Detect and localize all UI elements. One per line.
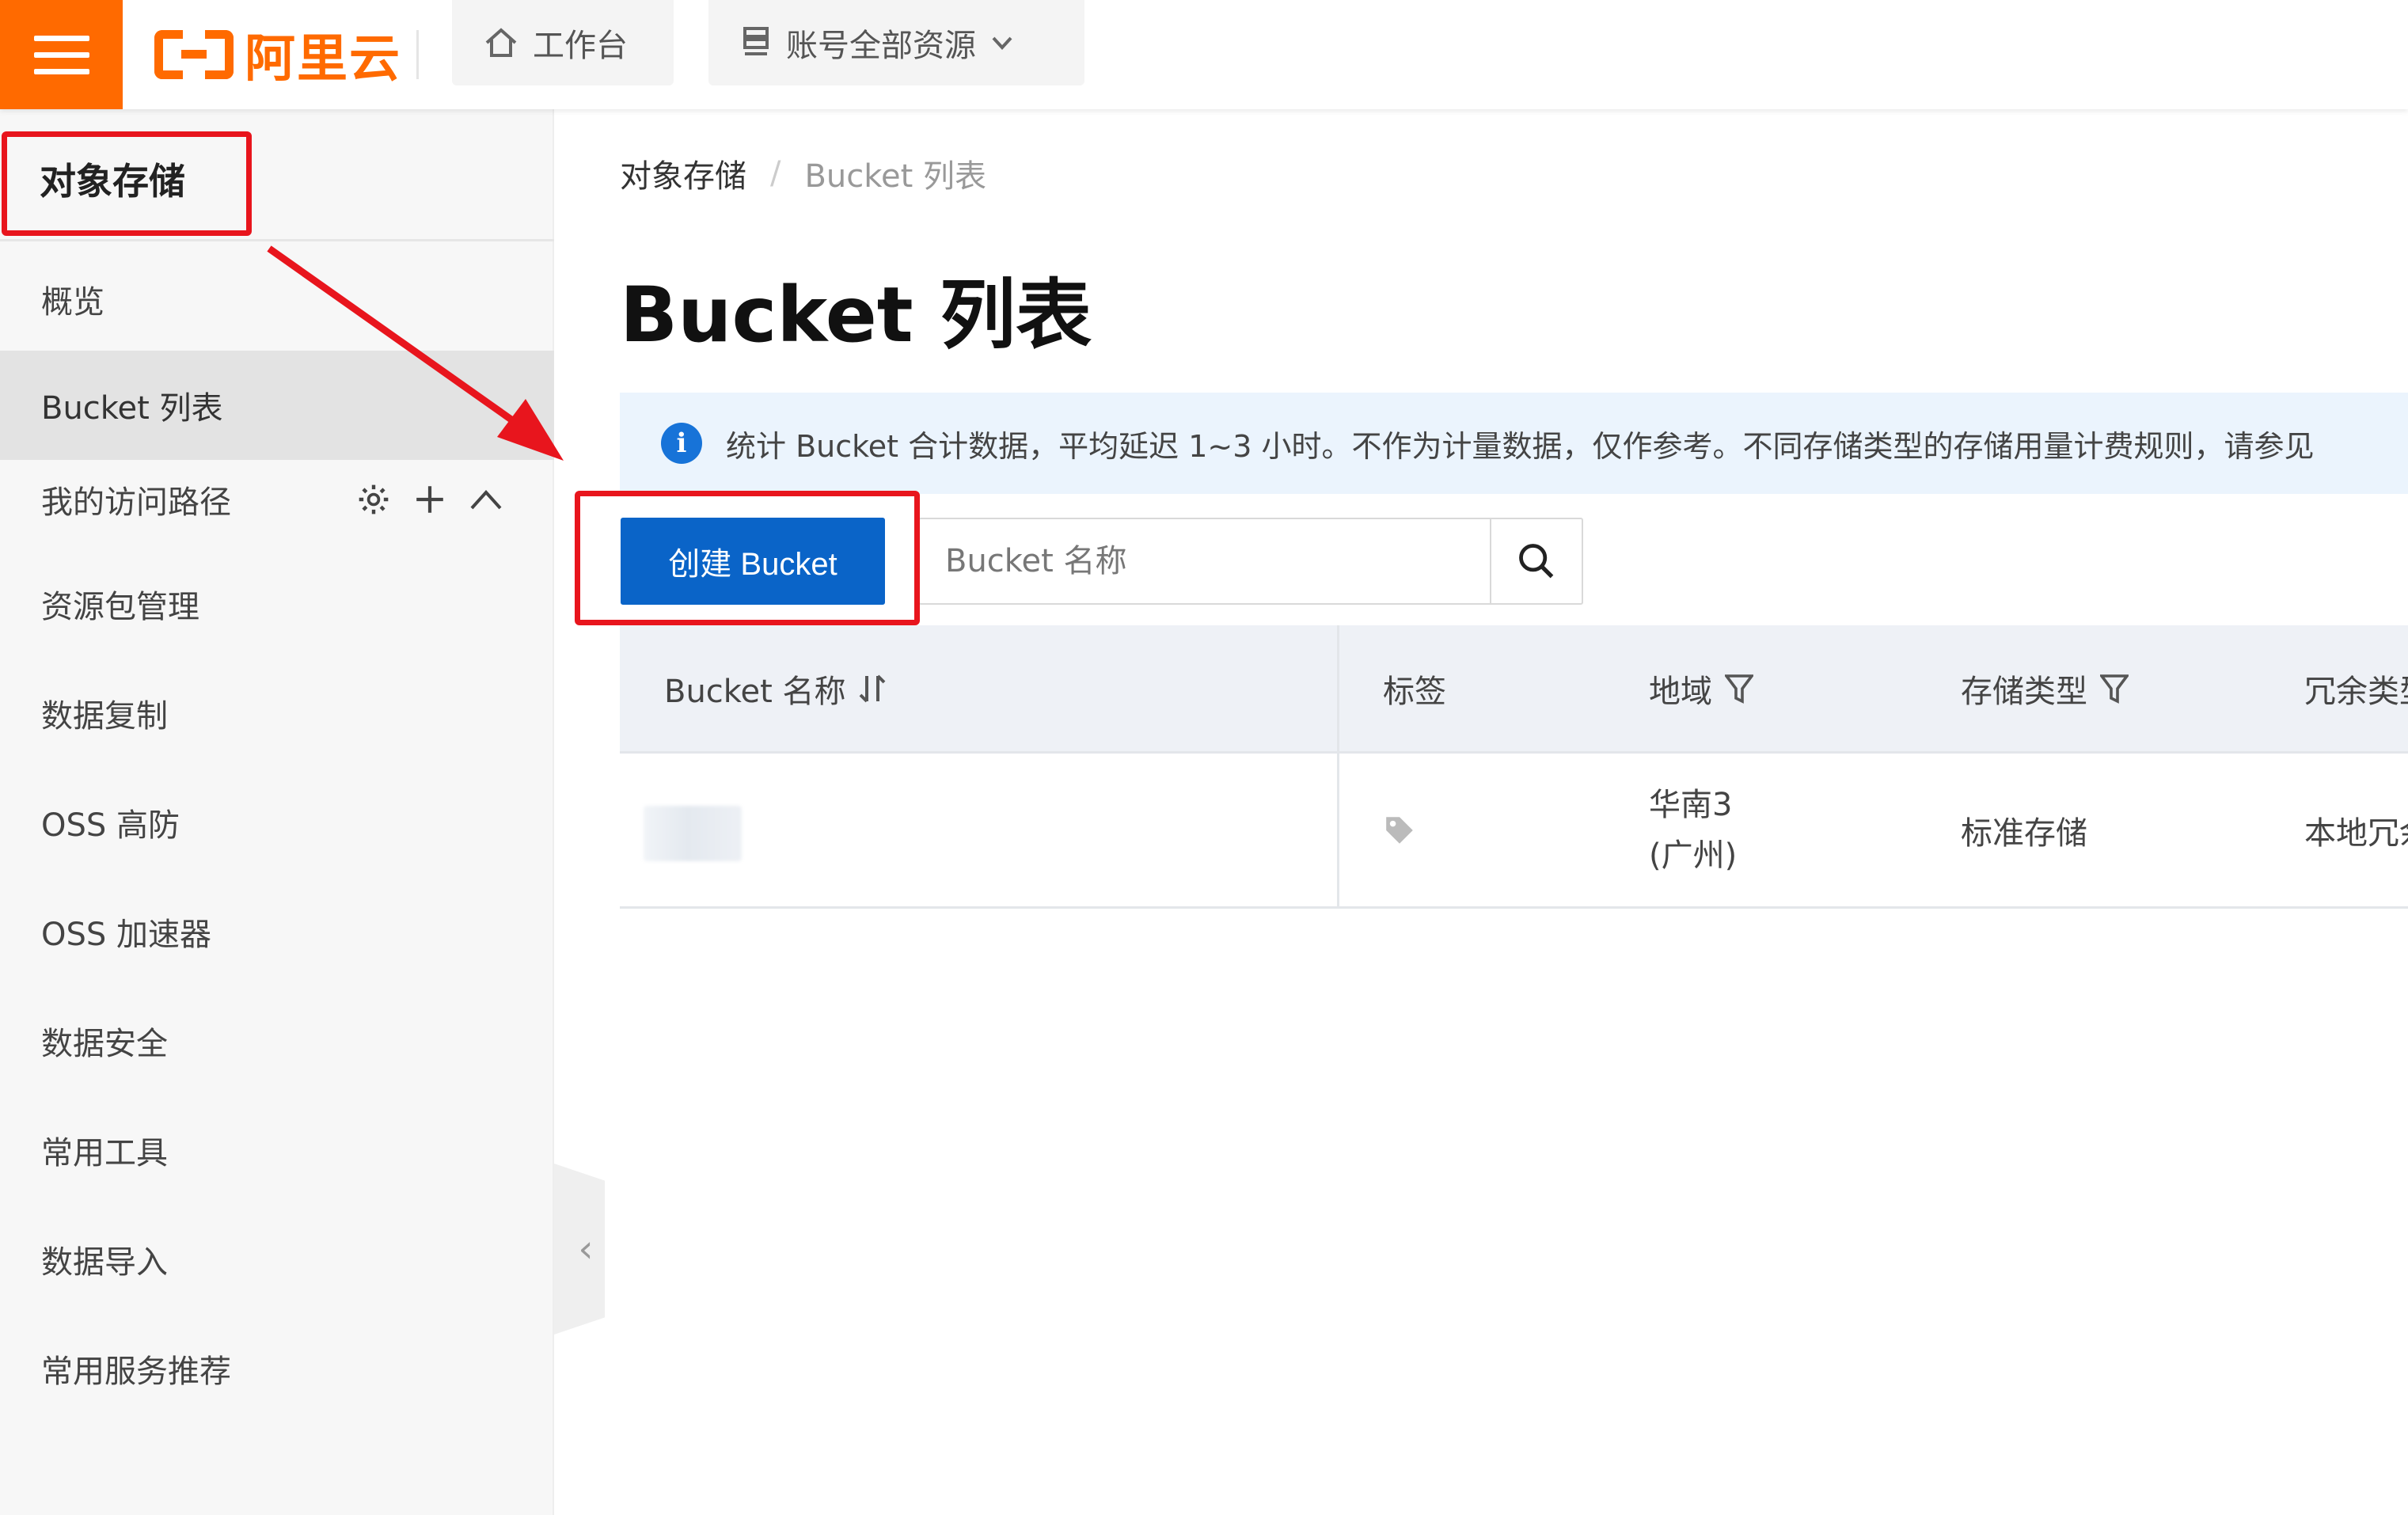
storage-type-value: 标准存储 [1961,814,2087,852]
sidebar-item-label: OSS 高防 [41,807,180,844]
column-header-storage-type[interactable]: 存储类型 [1961,666,2129,712]
breadcrumb-link-oss[interactable]: 对象存储 [620,150,746,196]
tag-cell[interactable] [1383,814,1416,847]
top-bar: 阿里云 工作台 账号全部资源 [0,0,2408,109]
annotation-highlight-create-button [575,491,920,625]
chevron-left-icon: ‹ [578,1227,594,1271]
breadcrumb-separator: / [770,155,781,192]
sidebar-item-oss-accelerator[interactable]: OSS 加速器 [0,877,554,986]
column-header-label: 地域 [1649,673,1712,710]
sidebar-item-data-import[interactable]: 数据导入 [0,1205,554,1314]
home-icon [485,28,517,57]
region-line-2: (广州) [1649,837,1738,874]
sidebar-item-oss-ddos[interactable]: OSS 高防 [0,768,554,877]
sidebar-item-label: 概览 [41,284,104,321]
sidebar-item-label: 我的访问路径 [41,484,231,521]
hamburger-menu-icon[interactable] [0,0,123,109]
bucket-search [918,518,1583,605]
column-header-label: 冗余类型 [2304,673,2408,710]
plus-icon[interactable] [413,483,446,516]
column-header-bucket-name[interactable]: Bucket 名称 [664,666,886,712]
sidebar-item-label: 数据安全 [41,1026,168,1062]
chevron-up-icon[interactable] [469,488,503,511]
sidebar: 对象存储 概览 Bucket 列表 我的访问路径 资源包管理 数据复制 OSS … [0,109,554,1515]
column-divider [1337,625,1339,751]
column-header-tags: 标签 [1383,666,1446,712]
sidebar-item-recommended-services[interactable]: 常用服务推荐 [0,1314,554,1423]
column-header-redundancy: 冗余类型 [2304,666,2408,712]
column-header-label: Bucket 名称 [664,673,846,710]
gear-icon[interactable] [356,482,391,517]
tag-icon[interactable] [1383,814,1416,847]
redundancy-cell: 本地冗余 [2304,807,2408,853]
sidebar-item-data-replication[interactable]: 数据复制 [0,659,554,768]
resources-dropdown[interactable]: 账号全部资源 [708,0,1084,85]
bucket-table: Bucket 名称 标签 地域 存储类型 冗余类型 华南3 (广州) [620,625,2408,909]
search-icon [1519,544,1554,579]
sidebar-item-data-security[interactable]: 数据安全 [0,986,554,1095]
table-row[interactable]: 华南3 (广州) 标准存储 本地冗余 [620,754,2408,909]
region-cell: 华南3 (广州) [1649,788,1737,873]
filter-icon[interactable] [1725,673,1753,704]
column-header-region[interactable]: 地域 [1649,666,1753,712]
page-title: Bucket 列表 [620,271,1092,359]
workbench-label: 工作台 [533,28,628,64]
info-notice: i 统计 Bucket 合计数据，平均延迟 1~3 小时。不作为计量数据，仅作参… [620,393,2408,494]
sidebar-item-bucket-list[interactable]: Bucket 列表 [0,351,554,460]
sidebar-item-label: 常用服务推荐 [41,1354,231,1390]
resource-stack-icon [743,27,769,55]
notice-text: 统计 Bucket 合计数据，平均延迟 1~3 小时。不作为计量数据，仅作参考。… [726,428,2315,464]
sidebar-item-label: Bucket 列表 [41,390,223,427]
breadcrumb: 对象存储 / Bucket 列表 [620,150,986,196]
column-header-label: 存储类型 [1961,673,2087,710]
sidebar-item-overview[interactable]: 概览 [0,245,554,354]
column-header-label: 标签 [1383,673,1446,710]
chevron-down-icon [992,36,1012,50]
column-divider [1337,754,1339,906]
resources-label: 账号全部资源 [786,28,976,64]
filter-icon[interactable] [2100,673,2129,704]
top-divider [416,30,419,79]
aliyun-logo[interactable]: 阿里云 [154,16,401,93]
annotation-highlight-oss-title [2,131,252,236]
sidebar-item-label: 数据导入 [41,1244,168,1281]
bucket-name-search-input[interactable] [920,519,1490,603]
sidebar-item-common-tools[interactable]: 常用工具 [0,1095,554,1205]
sidebar-divider [0,239,554,241]
sidebar-collapse-handle[interactable]: ‹ [554,1164,605,1335]
sidebar-item-resource-packages[interactable]: 资源包管理 [0,549,554,659]
breadcrumb-current: Bucket 列表 [804,158,987,195]
info-icon: i [661,423,702,464]
bucket-name-redacted[interactable] [644,806,742,861]
sidebar-item-label: 数据复制 [41,698,168,735]
aliyun-logo-mark [154,30,234,79]
table-header: Bucket 名称 标签 地域 存储类型 冗余类型 [620,625,2408,754]
redundancy-value: 本地冗余 [2304,814,2408,852]
logo-text: 阿里云 [245,30,401,89]
sidebar-item-label: 资源包管理 [41,589,199,625]
workbench-button[interactable]: 工作台 [452,0,674,85]
sort-icon[interactable] [859,673,886,704]
search-button[interactable] [1490,519,1582,603]
sidebar-item-label: 常用工具 [41,1135,168,1171]
sidebar-item-label: OSS 加速器 [41,917,211,953]
sidebar-item-access-paths[interactable]: 我的访问路径 [0,452,554,547]
region-line-1: 华南3 [1649,786,1733,823]
storage-type-cell: 标准存储 [1961,807,2087,853]
